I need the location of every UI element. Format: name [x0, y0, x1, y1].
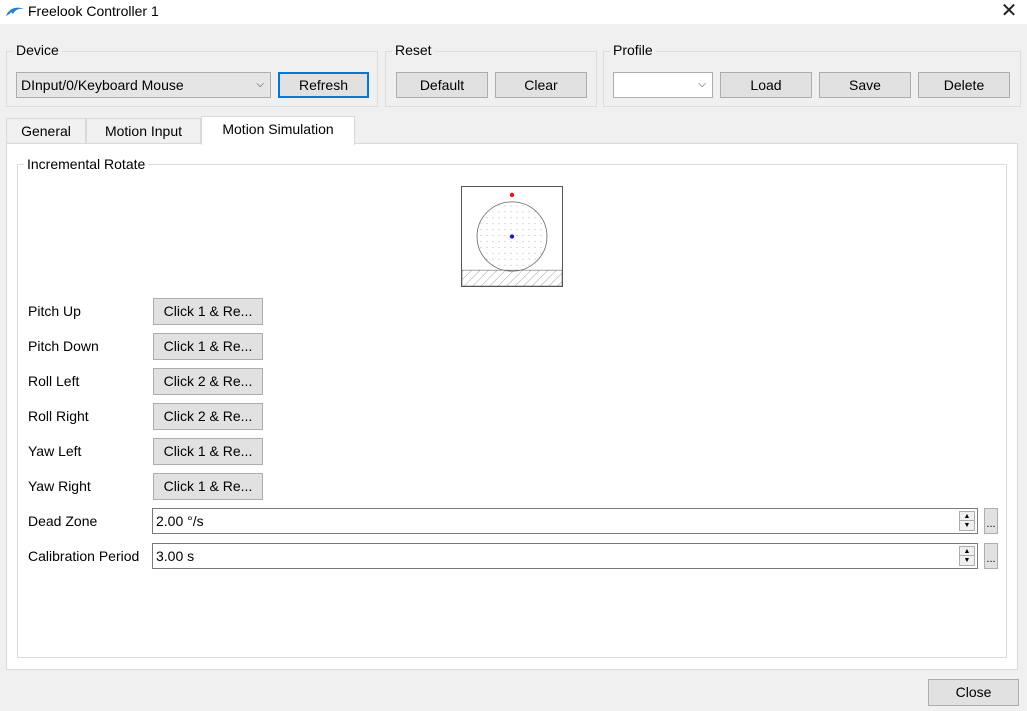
- tab-general[interactable]: General: [6, 118, 86, 144]
- window-title: Freelook Controller 1: [28, 3, 159, 19]
- yaw-left-mapping-button[interactable]: Click 1 & Re...: [153, 438, 263, 465]
- reset-group-title: Reset: [392, 42, 435, 58]
- save-button[interactable]: Save: [819, 72, 911, 98]
- refresh-button[interactable]: Refresh: [278, 72, 369, 98]
- spin-down-icon[interactable]: ▼: [960, 521, 974, 530]
- clear-button[interactable]: Clear: [495, 72, 587, 98]
- roll-left-mapping-button[interactable]: Click 2 & Re...: [153, 368, 263, 395]
- calibration-period-value: 3.00 s: [156, 548, 195, 564]
- dead-zone-value: 2.00 °/s: [156, 513, 204, 529]
- device-group: Device DInput/0/Keyboard Mouse ⌵ Refresh: [6, 42, 378, 107]
- device-group-title: Device: [13, 42, 62, 58]
- indicator-blue-dot: [509, 234, 515, 239]
- delete-button[interactable]: Delete: [918, 72, 1010, 98]
- dead-zone-label: Dead Zone: [28, 513, 98, 529]
- pitch-down-label: Pitch Down: [28, 338, 99, 354]
- pitch-up-label: Pitch Up: [28, 303, 81, 319]
- load-button[interactable]: Load: [720, 72, 812, 98]
- dolphin-icon: [6, 7, 24, 16]
- incremental-rotate-group: Incremental Rotate Pitch Up Click 1 & Re…: [17, 156, 1007, 658]
- default-button[interactable]: Default: [396, 72, 488, 98]
- window-close-icon[interactable]: ✕: [997, 0, 1021, 24]
- profile-group: Profile ⌵ Load Save Delete: [603, 42, 1021, 107]
- calibration-period-more-button[interactable]: ...: [984, 543, 998, 569]
- calibration-period-stepper[interactable]: ▲ ▼: [959, 546, 975, 566]
- roll-right-label: Roll Right: [28, 408, 89, 424]
- yaw-right-label: Yaw Right: [28, 478, 91, 494]
- spin-up-icon[interactable]: ▲: [960, 547, 974, 556]
- spin-up-icon[interactable]: ▲: [960, 512, 974, 521]
- tab-motion-input[interactable]: Motion Input: [86, 118, 201, 144]
- title-bar: Freelook Controller 1 ✕: [0, 0, 1027, 24]
- dead-zone-spinbox[interactable]: 2.00 °/s ▲ ▼: [152, 508, 978, 534]
- pitch-down-mapping-button[interactable]: Click 1 & Re...: [153, 333, 263, 360]
- chevron-down-icon: ⌵: [698, 79, 706, 90]
- pitch-up-mapping-button[interactable]: Click 1 & Re...: [153, 298, 263, 325]
- tab-motion-simulation[interactable]: Motion Simulation: [201, 116, 355, 145]
- rotation-indicator: [461, 186, 563, 287]
- roll-left-label: Roll Left: [28, 373, 80, 389]
- profile-group-title: Profile: [610, 42, 656, 58]
- close-button[interactable]: Close: [928, 679, 1019, 706]
- device-select[interactable]: DInput/0/Keyboard Mouse ⌵: [16, 72, 271, 98]
- dead-zone-stepper[interactable]: ▲ ▼: [959, 511, 975, 531]
- calibration-period-spinbox[interactable]: 3.00 s ▲ ▼: [152, 543, 978, 569]
- incremental-rotate-title: Incremental Rotate: [24, 156, 149, 172]
- yaw-left-label: Yaw Left: [28, 443, 82, 459]
- yaw-right-mapping-button[interactable]: Click 1 & Re...: [153, 473, 263, 500]
- indicator-red-dot: [509, 192, 515, 198]
- motion-simulation-panel: Incremental Rotate Pitch Up Click 1 & Re…: [6, 143, 1018, 670]
- profile-select[interactable]: ⌵: [613, 72, 713, 98]
- reset-group: Reset Default Clear: [385, 42, 597, 107]
- device-select-value: DInput/0/Keyboard Mouse: [21, 77, 184, 93]
- spin-down-icon[interactable]: ▼: [960, 556, 974, 565]
- dead-zone-more-button[interactable]: ...: [984, 508, 998, 534]
- roll-right-mapping-button[interactable]: Click 2 & Re...: [153, 403, 263, 430]
- chevron-down-icon: ⌵: [256, 79, 264, 90]
- calibration-period-label: Calibration Period: [28, 548, 140, 564]
